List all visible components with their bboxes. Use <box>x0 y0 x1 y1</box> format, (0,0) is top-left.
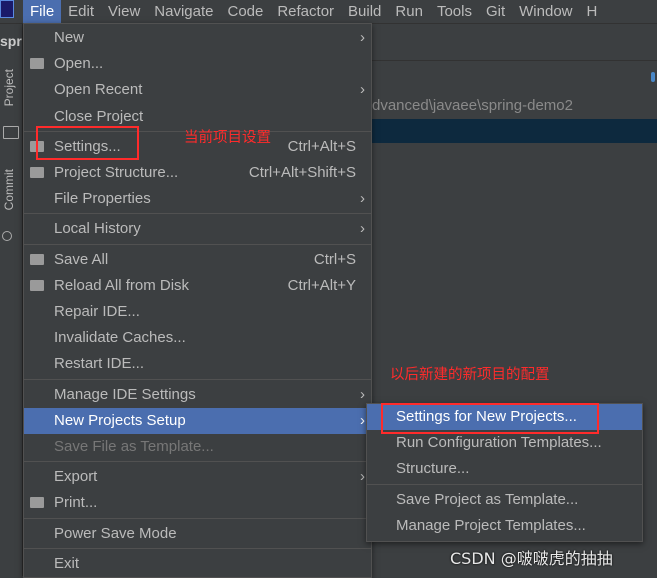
shortcut: Ctrl+Alt+Shift+S <box>248 164 356 181</box>
menu-item-label: Manage Project Templates... <box>396 516 586 534</box>
reload-icon <box>30 279 44 291</box>
shortcut: Ctrl+Alt+S <box>287 137 356 155</box>
menu-item-label: Print... <box>54 494 98 512</box>
menu-item-label: Restart IDE... <box>54 355 145 373</box>
menu-item-label: Run Configuration Templates... <box>396 434 602 452</box>
menu-item-local-history[interactable]: Local History › <box>24 216 371 242</box>
menu-separator <box>24 547 371 549</box>
menu-item-label: Export <box>54 468 98 486</box>
menu-separator <box>24 461 371 463</box>
chevron-right-icon: › <box>360 385 365 403</box>
menu-separator <box>24 378 371 380</box>
annotation-current-project: 当前项目设置 <box>184 130 271 146</box>
menu-item-file-properties[interactable]: File Properties › <box>24 186 371 212</box>
project-tool-tab[interactable]: Project <box>2 69 16 106</box>
menu-bar-items: File Edit View Navigate Code Refactor Build Run… <box>23 0 604 23</box>
folder-icon <box>3 126 19 139</box>
annotation-box-settings-new-projects <box>381 403 599 434</box>
menu-item-save-project-as-template[interactable]: Save Project as Template... <box>367 487 642 513</box>
menu-navigate[interactable]: Navigate <box>147 0 220 23</box>
menu-item-save-all[interactable]: Save All Ctrl+S <box>24 247 371 273</box>
file-menu: New › Open... Open Recent › Close Project Sett… <box>23 23 372 578</box>
menu-item-label: Open... <box>54 55 104 73</box>
menu-item-repair-ide[interactable]: Repair IDE... <box>24 299 371 325</box>
menu-item-restart-ide[interactable]: Restart IDE... <box>24 351 371 377</box>
selected-tree-row[interactable] <box>370 119 657 143</box>
menu-item-export[interactable]: Export › <box>24 464 371 490</box>
shortcut: Ctrl+Alt+Y <box>287 276 356 294</box>
chevron-right-icon: › <box>360 411 365 429</box>
chevron-right-icon: › <box>360 220 365 238</box>
menu-tools[interactable]: Tools <box>430 0 479 23</box>
menu-item-save-file-as-template: Save File as Template... <box>24 434 371 460</box>
folder-open-icon <box>30 58 44 70</box>
menu-file[interactable]: File <box>23 0 62 23</box>
menu-h[interactable]: H <box>580 0 605 23</box>
scrollbar-marker[interactable] <box>651 72 655 82</box>
project-path: dvanced\javaee\spring-demo2 <box>372 97 573 114</box>
menu-item-label: File Properties <box>54 190 151 208</box>
chevron-right-icon: › <box>360 81 365 99</box>
chevron-right-icon: › <box>360 190 365 208</box>
menu-item-print[interactable]: Print... <box>24 490 371 516</box>
menu-item-label: Structure... <box>396 460 470 478</box>
commit-tool-tab[interactable]: Commit <box>2 169 16 210</box>
menu-run[interactable]: Run <box>388 0 430 23</box>
menu-item-exit[interactable]: Exit <box>24 551 371 577</box>
menu-item-new-projects-setup[interactable]: New Projects Setup › <box>24 407 371 434</box>
menu-view[interactable]: View <box>101 0 147 23</box>
commit-icon <box>2 231 12 241</box>
menu-item-label: Repair IDE... <box>54 303 140 320</box>
chevron-right-icon: › <box>360 29 365 46</box>
menu-item-label: Reload All from Disk <box>54 276 190 294</box>
shortcut: Ctrl+S <box>313 250 356 268</box>
menu-item-label: Save File as Template... <box>54 438 214 455</box>
menu-item-project-structure[interactable]: Project Structure... Ctrl+Alt+Shift+S <box>24 160 371 186</box>
menu-item-label: Manage IDE Settings <box>54 385 196 403</box>
menu-code[interactable]: Code <box>220 0 270 23</box>
annotation-box-settings <box>36 126 139 160</box>
menu-item-label: Open Recent <box>54 81 143 99</box>
menu-refactor[interactable]: Refactor <box>270 0 341 23</box>
menu-item-new[interactable]: New › <box>24 25 371 51</box>
menu-item-reload-all-from-disk[interactable]: Reload All from Disk Ctrl+Alt+Y <box>24 273 371 299</box>
print-icon <box>30 497 44 509</box>
project-structure-icon <box>30 167 44 178</box>
menu-item-label: Project Structure... <box>54 164 179 181</box>
menu-window[interactable]: Window <box>512 0 579 23</box>
menu-item-power-save-mode[interactable]: Power Save Mode <box>24 521 371 547</box>
project-label: spr <box>0 33 22 49</box>
menu-separator <box>24 243 371 245</box>
menu-item-label: Local History <box>54 220 141 238</box>
app-logo-icon <box>0 0 14 18</box>
menu-item-label: New Projects Setup <box>54 411 186 429</box>
menu-item-label: Exit <box>54 554 80 572</box>
menu-item-label: Save All <box>54 250 109 268</box>
watermark: CSDN @啵啵虎的抽抽 <box>450 549 613 568</box>
menu-separator <box>24 517 371 519</box>
annotation-new-projects: 以后新建的新项目的配置 <box>390 367 550 383</box>
menu-item-run-configuration-templates[interactable]: Run Configuration Templates... <box>367 430 642 456</box>
menu-item-open-recent[interactable]: Open Recent › <box>24 77 371 103</box>
menu-item-structure[interactable]: Structure... <box>367 456 642 482</box>
menu-item-label: Power Save Mode <box>54 524 177 542</box>
menu-git[interactable]: Git <box>479 0 512 23</box>
menu-item-invalidate-caches[interactable]: Invalidate Caches... <box>24 325 371 351</box>
menu-item-open[interactable]: Open... <box>24 51 371 77</box>
save-icon <box>30 253 44 265</box>
menu-bar: File Edit View Navigate Code Refactor Build Run… <box>0 0 657 24</box>
menu-separator <box>367 483 642 485</box>
chevron-right-icon: › <box>360 468 365 486</box>
menu-item-label: New <box>54 29 85 46</box>
menu-item-manage-ide-settings[interactable]: Manage IDE Settings › <box>24 382 371 408</box>
menu-item-manage-project-templates[interactable]: Manage Project Templates... <box>367 513 642 539</box>
menu-edit[interactable]: Edit <box>61 0 101 23</box>
menu-separator <box>24 213 371 215</box>
menu-build[interactable]: Build <box>341 0 388 23</box>
left-tool-strip: Project Commit <box>0 24 23 576</box>
menu-item-label: Save Project as Template... <box>396 490 579 508</box>
menu-item-label: Invalidate Caches... <box>54 329 186 347</box>
